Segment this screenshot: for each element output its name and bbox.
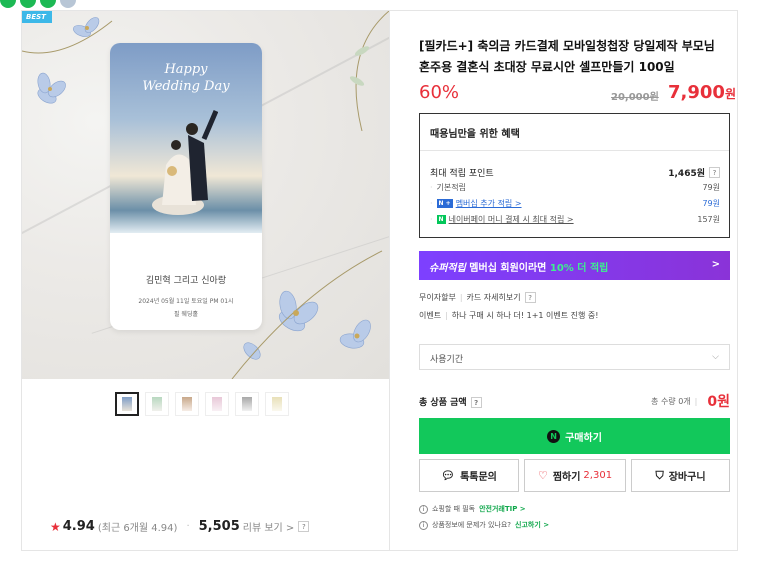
thumbnail-6[interactable]	[265, 392, 289, 416]
thumbnail-3[interactable]	[175, 392, 199, 416]
event-row: 이벤트 | 하나 구매 시 하나 더! 1+1 이벤트 진행 중!	[419, 311, 599, 320]
thumbnail-1[interactable]	[115, 392, 139, 416]
thumbnail-2[interactable]	[145, 392, 169, 416]
benefit-heading: 때용님만을 위한 혜택	[420, 114, 729, 151]
membership-banner[interactable]: 슈퍼적립 멤버십 회원이라면 10% 더 적립 >	[419, 251, 730, 280]
basic-points-row: · 기본적립 79원	[430, 183, 720, 192]
benefit-box: 때용님만을 위한 혜택 최대 적립 포인트 1,465원? · 기본적립 79원 …	[419, 113, 730, 238]
total-help-icon[interactable]: ?	[470, 396, 482, 408]
total-price-row: 총 상품 금액? 총 수량 0개 | 0원	[419, 391, 730, 411]
top-partial-icons	[0, 0, 76, 8]
naver-pay-badge: N	[436, 215, 446, 224]
total-quantity: 총 수량 0개	[651, 396, 691, 406]
discount-rate: 60%	[419, 82, 460, 103]
review-link[interactable]: 리뷰 보기 >	[243, 519, 295, 534]
cart-button[interactable]: ⛉ 장바구니	[631, 459, 730, 492]
top-gray-dot-icon	[60, 0, 76, 8]
buy-button[interactable]: N 구매하기	[419, 418, 730, 454]
membership-points-row[interactable]: · N + 멤버십 추가 적립 > 79원	[430, 198, 720, 209]
original-price: 20,000원	[611, 92, 659, 103]
safety-tip-row: i 쇼핑할 때 필독 안전거래TIP >	[419, 504, 526, 514]
review-help-icon[interactable]: ?	[298, 521, 310, 532]
sale-price: 7,900원	[668, 82, 736, 103]
chat-bubble-icon: 💬︎	[441, 469, 456, 482]
installment-help-icon[interactable]: ?	[524, 292, 536, 303]
info-icon: i	[419, 504, 428, 514]
thumbnail-strip	[115, 392, 289, 416]
safety-tip-link[interactable]: 안전거래TIP >	[479, 504, 526, 514]
card-detail-link[interactable]: 카드 자세히보기	[467, 293, 521, 302]
total-amount: 0원	[707, 394, 730, 410]
max-points-row: 최대 적립 포인트 1,465원?	[430, 166, 720, 179]
flower-decoration-icon	[349, 11, 389, 131]
top-green-dot-icon	[0, 0, 16, 8]
best-badge: BEST	[22, 11, 52, 23]
top-green-dot-icon	[20, 0, 36, 8]
info-icon: i	[419, 520, 428, 530]
review-count: 5,505	[198, 519, 240, 534]
report-link[interactable]: 신고하기 >	[515, 520, 549, 530]
couple-names: 김민혁 그리고 신아랑	[145, 276, 227, 286]
panel-divider	[389, 10, 390, 551]
product-title: [필카드+] 축의금 카드결제 모바일청첩장 당일제작 부모님 혼주용 결혼식 …	[419, 39, 715, 74]
thumbnail-5[interactable]	[235, 392, 259, 416]
review-summary: ★ 4.94 (최근 6개월 4.94) · 5,505 리뷰 보기 > ?	[50, 519, 310, 534]
installment-row: 무이자할부 | 카드 자세히보기?	[419, 292, 536, 303]
secondary-actions: 💬︎ 톡톡문의 ♡ 찜하기 2,301 ⛉ 장바구니	[419, 459, 730, 492]
membership-points-link[interactable]: 멤버십 추가 적립 >	[456, 198, 522, 209]
review-score-note: (최근 6개월 4.94)	[97, 523, 178, 534]
shopping-bag-icon: ⛉	[655, 468, 664, 482]
couple-silhouette-icon	[152, 110, 218, 215]
naverpay-points-row[interactable]: · N 네이버페이 머니 결제 시 최대 적립 > 157원	[430, 214, 720, 225]
wishlist-count: 2,301	[583, 470, 613, 481]
thumbnail-4[interactable]	[205, 392, 229, 416]
wedding-photo: Happy Wedding Day	[110, 43, 262, 233]
banner-highlight: 10% 더 적립	[549, 263, 609, 274]
naver-plus-badge: N +	[436, 199, 453, 208]
max-points-value: 1,465원	[668, 169, 705, 179]
naverpay-points-link[interactable]: 네이버페이 머니 결제 시 최대 적립 >	[449, 214, 574, 225]
banner-strong: 슈퍼적립	[429, 263, 466, 274]
invitation-title: Happy Wedding Day	[142, 62, 230, 94]
banner-arrow-icon: >	[711, 259, 720, 270]
naver-pay-icon: N	[547, 429, 561, 443]
invitation-preview: Happy Wedding Day 김민혁 그리고 신아랑 2024년 05월 …	[110, 43, 262, 330]
points-help-icon[interactable]: ?	[709, 167, 720, 178]
chevron-down-icon: ⌵	[712, 352, 719, 362]
period-option-select[interactable]: 사용기간 ⌵	[419, 344, 730, 370]
top-green-dot-icon	[40, 0, 56, 8]
star-icon: ★	[50, 519, 61, 534]
heart-icon: ♡	[537, 469, 548, 482]
inquiry-button[interactable]: 💬︎ 톡톡문의	[419, 459, 519, 492]
report-row: i 상품정보에 문제가 있나요? 신고하기 >	[419, 520, 549, 530]
wedding-date: 2024년 05월 11일 토요일 PM 01시	[138, 298, 234, 305]
review-score: 4.94	[62, 519, 95, 534]
wishlist-button[interactable]: ♡ 찜하기 2,301	[524, 459, 626, 492]
wedding-venue: 필 웨딩홀	[174, 311, 198, 318]
